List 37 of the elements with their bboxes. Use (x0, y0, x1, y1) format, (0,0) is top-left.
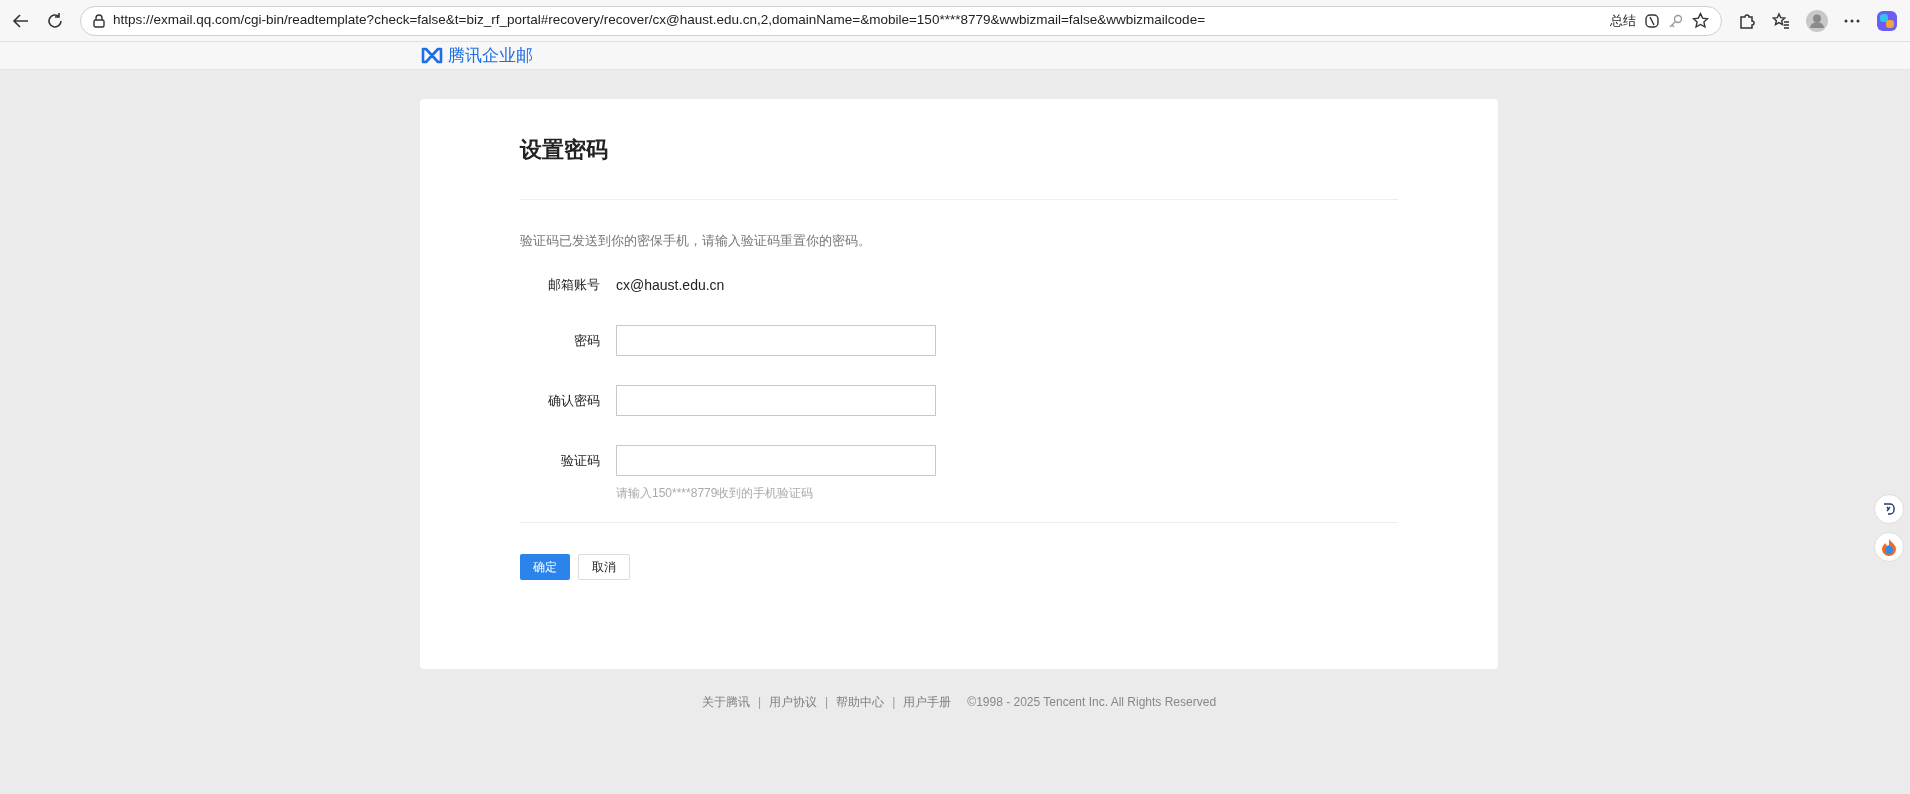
footer-link[interactable]: 关于腾讯 (701, 693, 750, 711)
logo-text: 腾讯企业邮 (448, 44, 533, 67)
flame-icon[interactable] (1874, 532, 1904, 562)
hint-text: 请输入150****8779收到的手机验证码 (616, 484, 815, 502)
puzzle-icon[interactable] (1738, 11, 1756, 30)
reload-icon[interactable] (46, 11, 64, 30)
favorites-icon[interactable] (1772, 11, 1790, 30)
copilot-logo-icon[interactable] (1876, 9, 1898, 32)
cancel-button[interactable]: 取消 (578, 553, 630, 580)
input-field[interactable] (616, 444, 936, 476)
page-title: 设置密码 (520, 136, 609, 164)
key-icon[interactable] (1668, 12, 1684, 29)
footer-link[interactable]: 用户手册 (903, 693, 952, 711)
account-value: cx@haust.edu.cn (616, 275, 725, 295)
url-text: https://exmail.qq.com/cgi-bin/readtemplate?check=false&t=biz_rf_portal#recovery/recover/cx@haust.edu.cn,2,domainName=&mobile=150****8779&wwbizmail=false&wwbizmailcode= (113, 11, 1207, 30)
footer-link[interactable]: 帮助中心 (836, 693, 885, 711)
description-text: 验证码已发送到你的密保手机，请输入验证码重置你的密码。 (520, 232, 872, 250)
input-field[interactable] (616, 324, 936, 356)
back-icon[interactable] (12, 11, 30, 30)
footer-separator: | (757, 694, 762, 711)
confirm-button[interactable]: 确定 (520, 553, 570, 580)
star-icon[interactable] (1692, 12, 1709, 29)
field-label: 确认密码 (547, 391, 600, 410)
field-label: 邮箱账号 (547, 276, 600, 295)
address-bar[interactable]: https://exmail.qq.com/cgi-bin/readtemplate?check=false&t=biz_rf_portal#recovery/recover/cx@haust.edu.cn,2,domainName=&mobile=150****8779&wwbizmail=false&wwbizmailcode= 总结 (80, 5, 1722, 36)
field-label: 密码 (573, 331, 600, 350)
footer-link[interactable]: 用户协议 (769, 693, 818, 711)
summary-button[interactable]: 总结 (1610, 10, 1636, 31)
logo-icon (420, 47, 444, 64)
more-icon[interactable] (1844, 18, 1860, 23)
avatar-icon[interactable] (1806, 9, 1828, 32)
lock-icon (93, 13, 105, 28)
footer-separator: | (825, 694, 829, 711)
input-field[interactable] (616, 384, 936, 416)
footer-separator: | (892, 694, 896, 711)
copyright-text: ©1998 - 2025 Tencent Inc. All Rights Reserved (967, 694, 1217, 711)
field-label: 验证码 (560, 451, 600, 470)
